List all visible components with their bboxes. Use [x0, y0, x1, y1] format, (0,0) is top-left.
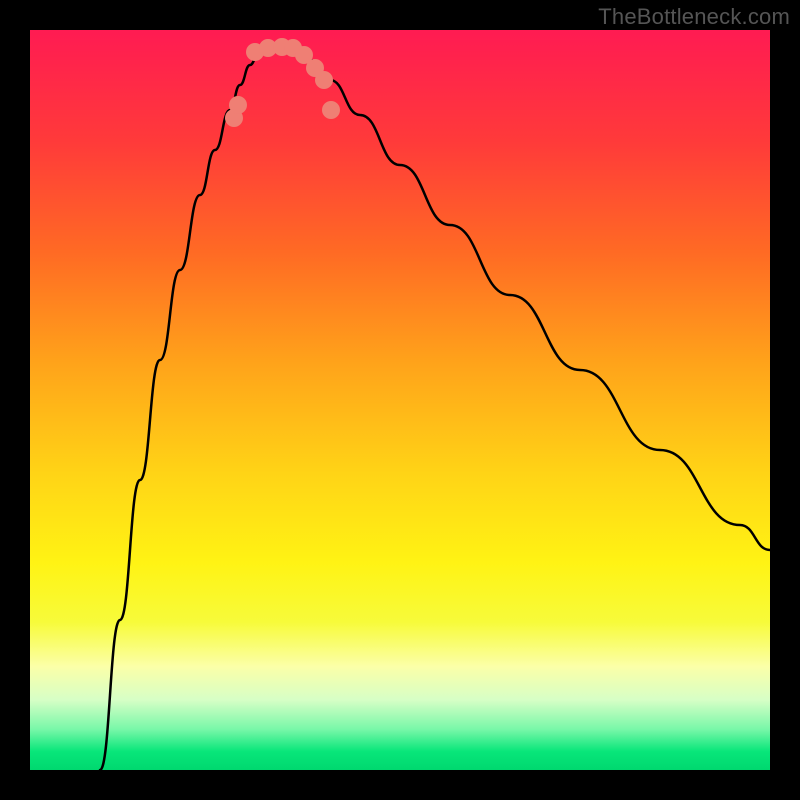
scatter-point	[315, 71, 333, 89]
curve-layer	[30, 30, 770, 770]
chart-frame: TheBottleneck.com	[0, 0, 800, 800]
scatter-point	[229, 96, 247, 114]
plot-area	[30, 30, 770, 770]
right-branch-path	[290, 47, 770, 550]
scatter-point	[322, 101, 340, 119]
left-branch-path	[100, 47, 270, 770]
attribution-text: TheBottleneck.com	[598, 4, 790, 30]
